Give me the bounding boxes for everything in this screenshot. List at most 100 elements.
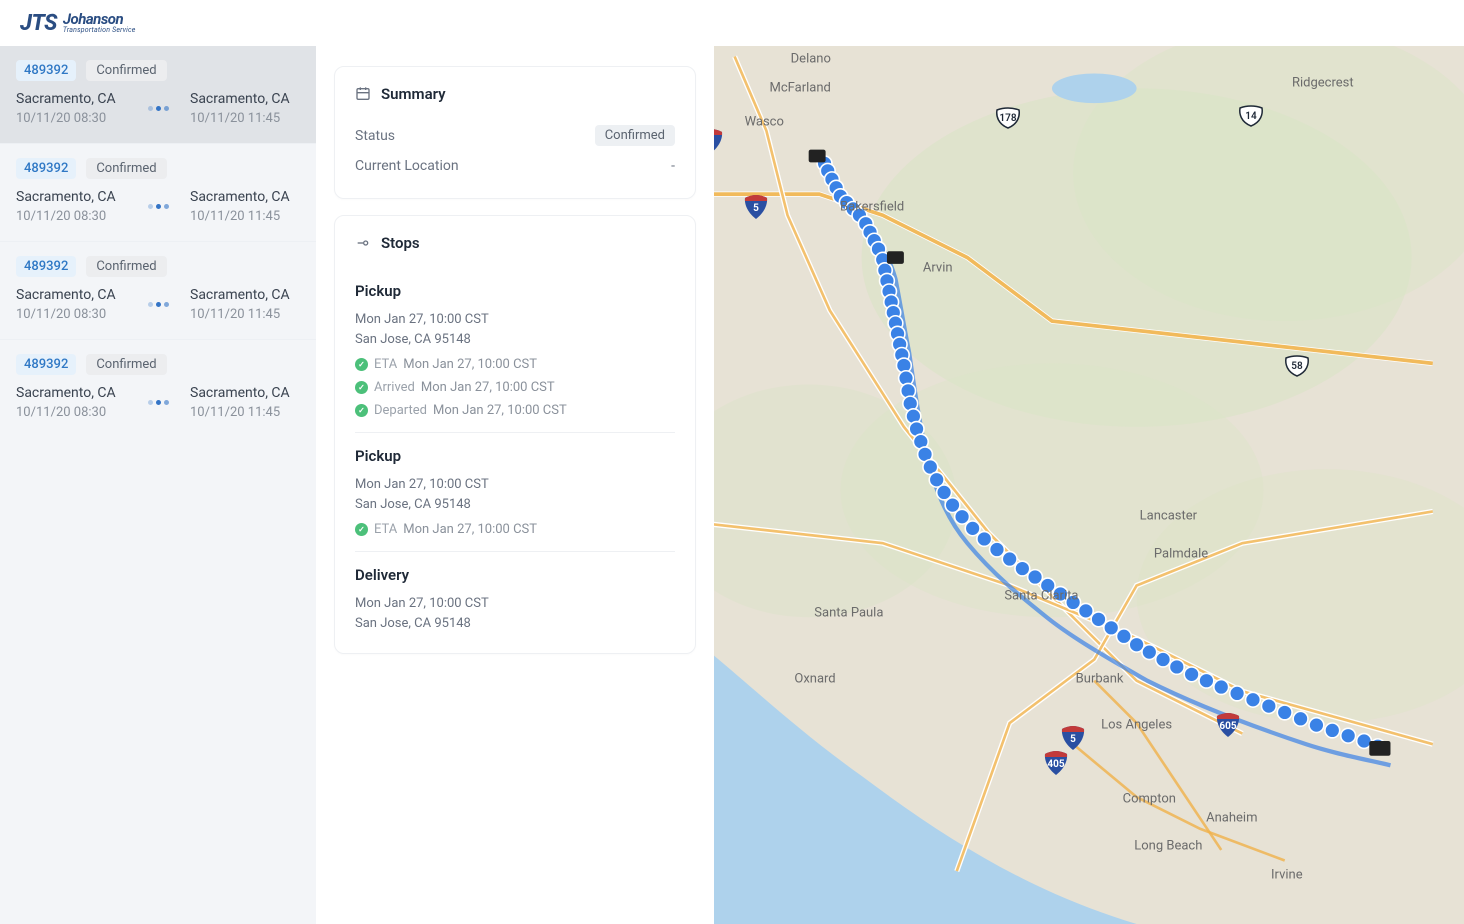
interstate-shield-icon: 5 (1060, 726, 1086, 754)
stop-type: Pickup (355, 447, 675, 465)
route-dots-icon (148, 106, 169, 111)
stop-address: San Jose, CA 95148 (355, 495, 675, 515)
stop-block: Delivery Mon Jan 27, 10:00 CST San Jose,… (355, 551, 675, 647)
dest-time: 10/11/20 11:45 (190, 209, 300, 224)
route-dots-icon (148, 204, 169, 209)
stops-card: Stops Pickup Mon Jan 27, 10:00 CST San J… (334, 215, 696, 654)
origin-time: 10/11/20 08:30 (16, 111, 126, 126)
stop-block: Pickup Mon Jan 27, 10:00 CST San Jose, C… (355, 268, 675, 432)
map-city-label: Anaheim (1206, 811, 1257, 826)
route-dots-icon (148, 302, 169, 307)
map-city-label: Bakersfield (840, 199, 904, 214)
shipment-id-badge: 489392 (16, 256, 76, 277)
stop-type: Pickup (355, 282, 675, 300)
map-city-label: Ridgecrest (1292, 76, 1354, 91)
origin-time: 10/11/20 08:30 (16, 209, 126, 224)
map-city-label: Burbank (1076, 671, 1124, 686)
dest-time: 10/11/20 11:45 (190, 307, 300, 322)
brand-logo[interactable]: JTS Johanson Transportation Service (20, 11, 136, 36)
origin-city: Sacramento, CA (16, 91, 126, 107)
shipment-status-badge: Confirmed (86, 60, 166, 81)
svg-text:58: 58 (1292, 361, 1304, 372)
shipment-id-badge: 489392 (16, 158, 76, 179)
stop-status-row: ✓ ETA Mon Jan 27, 10:00 CST (355, 357, 675, 372)
state-route-shield-icon: 58 (1283, 354, 1311, 382)
dest-time: 10/11/20 11:45 (190, 405, 300, 420)
check-icon: ✓ (355, 381, 368, 394)
route-map[interactable]: DelanoMcFarlandWascoRidgecrestBakersfiel… (714, 46, 1464, 924)
stop-block: Pickup Mon Jan 27, 10:00 CST San Jose, C… (355, 432, 675, 551)
stop-status-label: Departed (374, 403, 427, 418)
origin-time: 10/11/20 08:30 (16, 405, 126, 420)
stop-status-time: Mon Jan 27, 10:00 CST (421, 380, 555, 395)
check-icon: ✓ (355, 404, 368, 417)
dest-city: Sacramento, CA (190, 91, 300, 107)
map-city-label: Irvine (1271, 868, 1303, 883)
stop-status-row: ✓ ETA Mon Jan 27, 10:00 CST (355, 522, 675, 537)
dest-time: 10/11/20 11:45 (190, 111, 300, 126)
stop-datetime: Mon Jan 27, 10:00 CST (355, 475, 675, 495)
svg-text:605: 605 (1219, 721, 1236, 732)
stop-status-label: Arrived (374, 380, 415, 395)
location-label: Current Location (355, 158, 459, 174)
dest-city: Sacramento, CA (190, 287, 300, 303)
stop-status-label: ETA (374, 522, 397, 537)
stop-address: San Jose, CA 95148 (355, 330, 675, 350)
svg-text:178: 178 (999, 113, 1016, 124)
stop-status-row: ✓ Departed Mon Jan 27, 10:00 CST (355, 403, 675, 418)
shipment-status-badge: Confirmed (86, 256, 166, 277)
dest-city: Sacramento, CA (190, 385, 300, 401)
stop-status-time: Mon Jan 27, 10:00 CST (433, 403, 567, 418)
shipment-status-badge: Confirmed (86, 354, 166, 375)
map-city-label: Lancaster (1140, 508, 1197, 523)
status-label: Status (355, 128, 395, 144)
interstate-shield-icon: 405 (1043, 751, 1069, 779)
state-route-shield-icon: 14 (1237, 104, 1265, 132)
check-icon: ✓ (355, 523, 368, 536)
shipment-id-badge: 489392 (16, 60, 76, 81)
map-city-label: Los Angeles (1101, 718, 1172, 733)
map-city-label: Santa Clarita (1004, 589, 1078, 604)
map-city-label: Santa Paula (814, 605, 883, 620)
map-city-label: Long Beach (1134, 838, 1202, 853)
interstate-shield-icon: 5 (743, 195, 769, 223)
status-value: Confirmed (595, 125, 675, 146)
shipment-list[interactable]: 489392 Confirmed Sacramento, CA 10/11/20… (0, 46, 316, 924)
shipment-card[interactable]: 489392 Confirmed Sacramento, CA 10/11/20… (0, 241, 316, 339)
topbar: JTS Johanson Transportation Service (0, 0, 1464, 46)
summary-heading: Summary (381, 85, 446, 103)
shipment-status-badge: Confirmed (86, 158, 166, 179)
stop-type: Delivery (355, 566, 675, 584)
svg-text:14: 14 (1245, 111, 1257, 122)
origin-time: 10/11/20 08:30 (16, 307, 126, 322)
dest-city: Sacramento, CA (190, 189, 300, 205)
details-panel: Summary Status Confirmed Current Locatio… (316, 46, 714, 924)
shipment-card[interactable]: 489392 Confirmed Sacramento, CA 10/11/20… (0, 143, 316, 241)
summary-card: Summary Status Confirmed Current Locatio… (334, 66, 696, 199)
stops-icon (355, 235, 371, 251)
brand-abbr: JTS (20, 11, 57, 36)
stop-address: San Jose, CA 95148 (355, 614, 675, 634)
origin-city: Sacramento, CA (16, 189, 126, 205)
stop-status-label: ETA (374, 357, 397, 372)
stop-status-time: Mon Jan 27, 10:00 CST (403, 522, 537, 537)
map-city-label: Compton (1123, 792, 1176, 807)
map-city-label: Oxnard (794, 671, 835, 686)
stop-status-time: Mon Jan 27, 10:00 CST (403, 357, 537, 372)
stops-heading: Stops (381, 234, 420, 252)
check-icon: ✓ (355, 358, 368, 371)
shipment-card[interactable]: 489392 Confirmed Sacramento, CA 10/11/20… (0, 339, 316, 437)
svg-text:405: 405 (1048, 759, 1065, 770)
stop-status-row: ✓ Arrived Mon Jan 27, 10:00 CST (355, 380, 675, 395)
svg-text:5: 5 (1070, 734, 1076, 745)
shipment-id-badge: 489392 (16, 354, 76, 375)
origin-city: Sacramento, CA (16, 385, 126, 401)
state-route-shield-icon: 178 (994, 106, 1022, 134)
origin-city: Sacramento, CA (16, 287, 126, 303)
interstate-shield-icon: 5 (714, 129, 724, 157)
route-dots-icon (148, 400, 169, 405)
stop-datetime: Mon Jan 27, 10:00 CST (355, 594, 675, 614)
svg-text:5: 5 (753, 203, 759, 214)
shipment-card[interactable]: 489392 Confirmed Sacramento, CA 10/11/20… (0, 46, 316, 143)
map-city-label: Palmdale (1154, 546, 1208, 561)
